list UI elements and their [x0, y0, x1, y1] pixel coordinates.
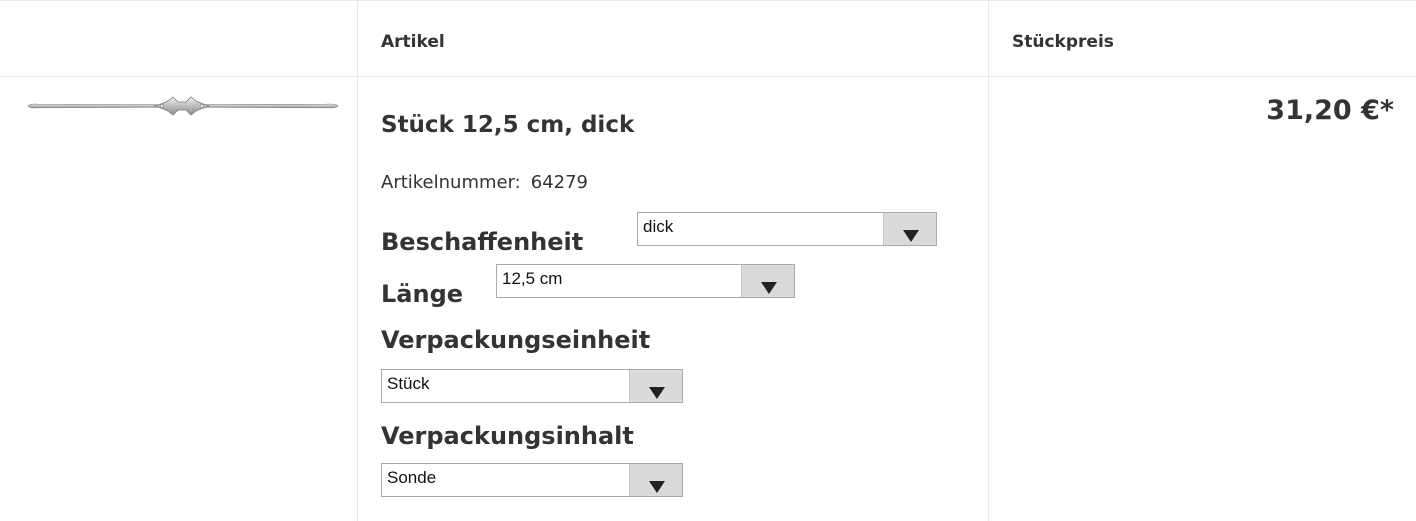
- product-title[interactable]: Stück 12,5 cm, dick: [381, 112, 634, 138]
- dropdown-arrow-icon: [629, 464, 682, 496]
- table-top-border: [0, 0, 1416, 1]
- option-label-laenge: Länge: [381, 280, 464, 308]
- dropdown-arrow-icon: [629, 370, 682, 402]
- option-label-verpackungsinhalt: Verpackungsinhalt: [381, 422, 634, 450]
- select-verpackungseinheit[interactable]: Stück: [381, 369, 683, 403]
- option-label-beschaffenheit: Beschaffenheit: [381, 228, 584, 256]
- select-verpackungsinhalt[interactable]: Sonde: [381, 463, 683, 497]
- column-header-unit-price: Stückpreis: [1012, 32, 1114, 52]
- select-verpackungseinheit-value: Stück: [387, 374, 430, 393]
- option-label-verpackungseinheit: Verpackungseinheit: [381, 326, 651, 354]
- article-number-label: Artikelnummer:: [381, 172, 521, 193]
- dropdown-arrow-icon: [741, 265, 794, 297]
- select-laenge-value: 12,5 cm: [502, 269, 563, 288]
- article-number: Artikelnummer: 64279: [381, 172, 588, 193]
- column-header-article: Artikel: [381, 32, 445, 52]
- select-beschaffenheit[interactable]: dick: [637, 212, 937, 246]
- header-bottom-border: [0, 76, 1416, 77]
- article-number-value: 64279: [530, 172, 589, 193]
- column-divider-price: [988, 0, 989, 521]
- dropdown-arrow-icon: [883, 213, 936, 245]
- column-divider-image: [357, 0, 358, 521]
- product-image[interactable]: [26, 94, 340, 118]
- unit-price: 31,20 €*: [1266, 95, 1394, 126]
- select-laenge[interactable]: 12,5 cm: [496, 264, 795, 298]
- select-verpackungsinhalt-value: Sonde: [387, 468, 437, 487]
- probe-icon: [27, 96, 339, 116]
- select-beschaffenheit-value: dick: [643, 217, 674, 236]
